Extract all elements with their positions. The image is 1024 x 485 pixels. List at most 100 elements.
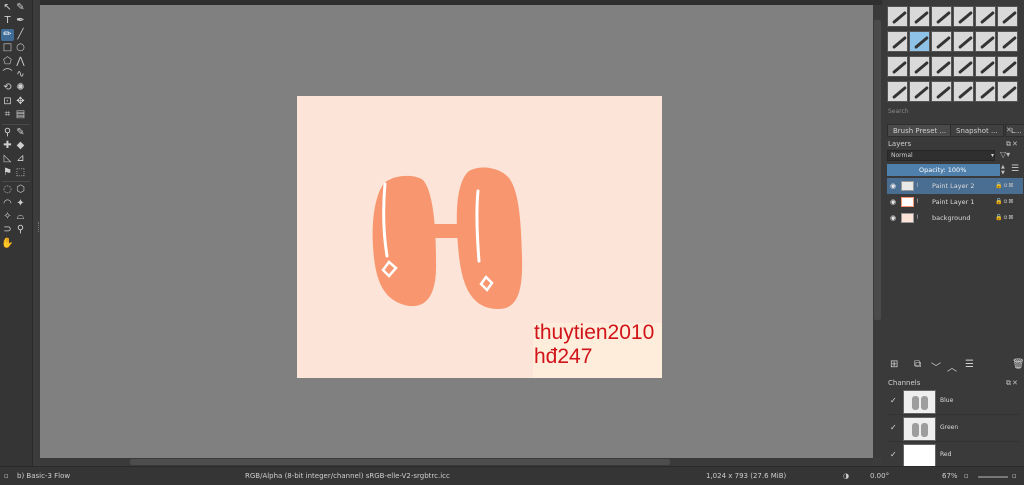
transform-icon[interactable]: ⊡ [1, 96, 14, 108]
layer-lock-alpha-icons[interactable]: 🔒α⊠ [995, 194, 1014, 210]
brush-preset-tile[interactable] [931, 6, 952, 27]
ellipse-select-icon[interactable]: ◌ [1, 184, 14, 196]
brush-search-label[interactable]: Search [888, 108, 909, 115]
polygon-icon[interactable]: ⬠ [1, 56, 14, 68]
duplicate-layer-icon[interactable]: ⧉ [914, 359, 921, 370]
visibility-eye-icon[interactable]: ◉ [890, 210, 898, 226]
zoom-out-icon[interactable]: ▫ [964, 472, 969, 480]
brush-preset-tile[interactable] [953, 56, 974, 77]
visibility-eye-icon[interactable]: ◉ [890, 178, 898, 194]
layer-row[interactable]: ◉ ⌇ Paint Layer 1 🔒α⊠ [887, 194, 1023, 210]
calligraphy-icon[interactable]: ✒ [14, 15, 27, 27]
brush-preset-tile[interactable] [931, 31, 952, 52]
brush-preset-tile[interactable] [997, 81, 1018, 102]
brush-preset-tile[interactable] [909, 6, 930, 27]
brush-preset-tile[interactable] [887, 81, 908, 102]
channel-row[interactable]: ✓ Green [887, 415, 1020, 442]
freehand-path-icon[interactable]: ∿ [14, 69, 27, 81]
brush-preset-tile[interactable] [887, 31, 908, 52]
horizontal-scrollbar-thumb[interactable] [130, 459, 670, 465]
blend-mode-select[interactable]: Normal ▾ [887, 150, 995, 161]
layers-docker-float-close-icon[interactable]: ⧉✕ [1006, 140, 1019, 149]
opacity-slider[interactable]: Opacity: 100% [887, 164, 1000, 176]
rectangle-icon[interactable]: □ [1, 42, 14, 54]
tab-snapshot[interactable]: Snapshot ... [950, 124, 1004, 137]
move-layer-down-icon[interactable]: ﹀ [931, 359, 941, 374]
brush-preset-tile[interactable] [887, 6, 908, 27]
current-brush-label[interactable]: b) Basic-3 Flow [17, 472, 70, 480]
bezier-select-icon[interactable]: ⌓ [14, 211, 27, 223]
layer-lock-alpha-icons[interactable]: 🔒α⊠ [995, 178, 1014, 194]
line-icon[interactable]: ╱ [14, 29, 27, 41]
tab-brush-presets[interactable]: Brush Preset ... [887, 124, 953, 137]
vertical-scrollbar-thumb[interactable] [874, 20, 881, 320]
ellipse-icon[interactable]: ○ [14, 42, 27, 54]
rect-select-icon[interactable]: ⬚ [14, 167, 27, 179]
brush-preset-icon[interactable]: ▫ [4, 472, 9, 480]
layer-name[interactable]: background [932, 210, 970, 226]
brush-preset-tile[interactable] [975, 56, 996, 77]
brush-preset-tile[interactable] [997, 31, 1018, 52]
brush-preset-tile[interactable] [975, 6, 996, 27]
polyline-icon[interactable]: ⋀ [14, 56, 27, 68]
add-layer-icon[interactable]: ⊞ [890, 359, 898, 370]
zoom-slider[interactable] [978, 476, 1008, 478]
brush-preset-tile[interactable] [953, 31, 974, 52]
brush-preset-tile[interactable] [931, 81, 952, 102]
channel-check-icon[interactable]: ✓ [890, 396, 897, 405]
crop-icon[interactable]: ⌗ [1, 109, 14, 121]
dynamic-brush-icon[interactable]: ⟲ [1, 82, 14, 94]
brush-preset-tile[interactable] [975, 81, 996, 102]
freehand-brush-icon[interactable]: ✏ [1, 28, 14, 41]
brush-preset-tile[interactable] [997, 56, 1018, 77]
channel-check-icon[interactable]: ✓ [890, 450, 897, 459]
brush-preset-tile[interactable] [909, 31, 930, 52]
polygon-select-icon[interactable]: ⬡ [14, 184, 27, 196]
edit-shapes-icon[interactable]: ✎ [14, 2, 27, 14]
zoom-in-icon[interactable]: ▫ [1012, 472, 1017, 480]
brush-preset-tile[interactable] [953, 6, 974, 27]
layer-row[interactable]: ◉ ⌇ background 🔒α⊠ [887, 210, 1023, 226]
channel-row[interactable]: ✓ Red [887, 442, 1020, 469]
rotation-icon[interactable]: ◑ [843, 472, 849, 480]
visibility-eye-icon[interactable]: ◉ [890, 194, 898, 210]
zoom-value[interactable]: 67% [942, 472, 958, 480]
rotation-value[interactable]: 0.00° [870, 472, 889, 480]
docker-tab-close-icon[interactable]: ✕ [1006, 126, 1013, 134]
layer-row[interactable]: ◉ ⌇ Paint Layer 2 🔒α⊠ [887, 178, 1023, 194]
vertical-scrollbar[interactable] [873, 5, 882, 458]
delete-layer-icon[interactable]: 🗑 [1012, 359, 1024, 370]
bezier-icon[interactable]: ⌒ [1, 69, 14, 81]
brush-preset-tile[interactable] [909, 81, 930, 102]
smart-patch-icon[interactable]: ✚ [1, 140, 14, 152]
reference-images-icon[interactable]: ⚑ [1, 167, 14, 179]
layer-lock-alpha-icons[interactable]: 🔒α⊠ [995, 210, 1014, 226]
multibrush-icon[interactable]: ✺ [14, 82, 27, 94]
brush-preset-tile[interactable] [887, 56, 908, 77]
zoom-icon[interactable]: ⚲ [14, 224, 27, 236]
pan-icon[interactable]: ✋ [1, 238, 14, 250]
move-icon[interactable]: ✥ [14, 96, 27, 108]
color-picker-icon[interactable]: ⚲ [1, 127, 14, 139]
filter-icon[interactable]: ▽▾ [1000, 150, 1010, 159]
channels-docker-float-close-icon[interactable]: ⧉✕ [1006, 379, 1019, 388]
layer-name[interactable]: Paint Layer 2 [932, 178, 974, 194]
contiguous-select-icon[interactable]: ✦ [14, 198, 27, 210]
gradient-icon[interactable]: ▤ [14, 109, 27, 121]
measure-icon[interactable]: ◺ [1, 153, 14, 165]
similar-select-icon[interactable]: ✧ [1, 211, 14, 223]
brush-preset-tile[interactable] [953, 81, 974, 102]
magnetic-select-icon[interactable]: ⊃ [1, 224, 14, 236]
channel-row[interactable]: ✓ Blue [887, 388, 1020, 415]
channel-check-icon[interactable]: ✓ [890, 423, 897, 432]
horizontal-scrollbar[interactable] [40, 458, 873, 466]
brush-preset-tile[interactable] [931, 56, 952, 77]
brush-preset-tile[interactable] [975, 31, 996, 52]
select-shapes-icon[interactable]: ↖ [1, 2, 14, 14]
opacity-spinner-icon[interactable]: ▲ ▼ [1001, 164, 1005, 176]
assistant-icon[interactable]: ⊿ [14, 153, 27, 165]
fill-icon[interactable]: ◆ [14, 140, 27, 152]
colorize-mask-icon[interactable]: ✎ [14, 127, 27, 139]
move-layer-up-icon[interactable]: ︿ [947, 359, 957, 374]
layer-properties-menu-icon[interactable]: ☰ [1011, 164, 1019, 174]
